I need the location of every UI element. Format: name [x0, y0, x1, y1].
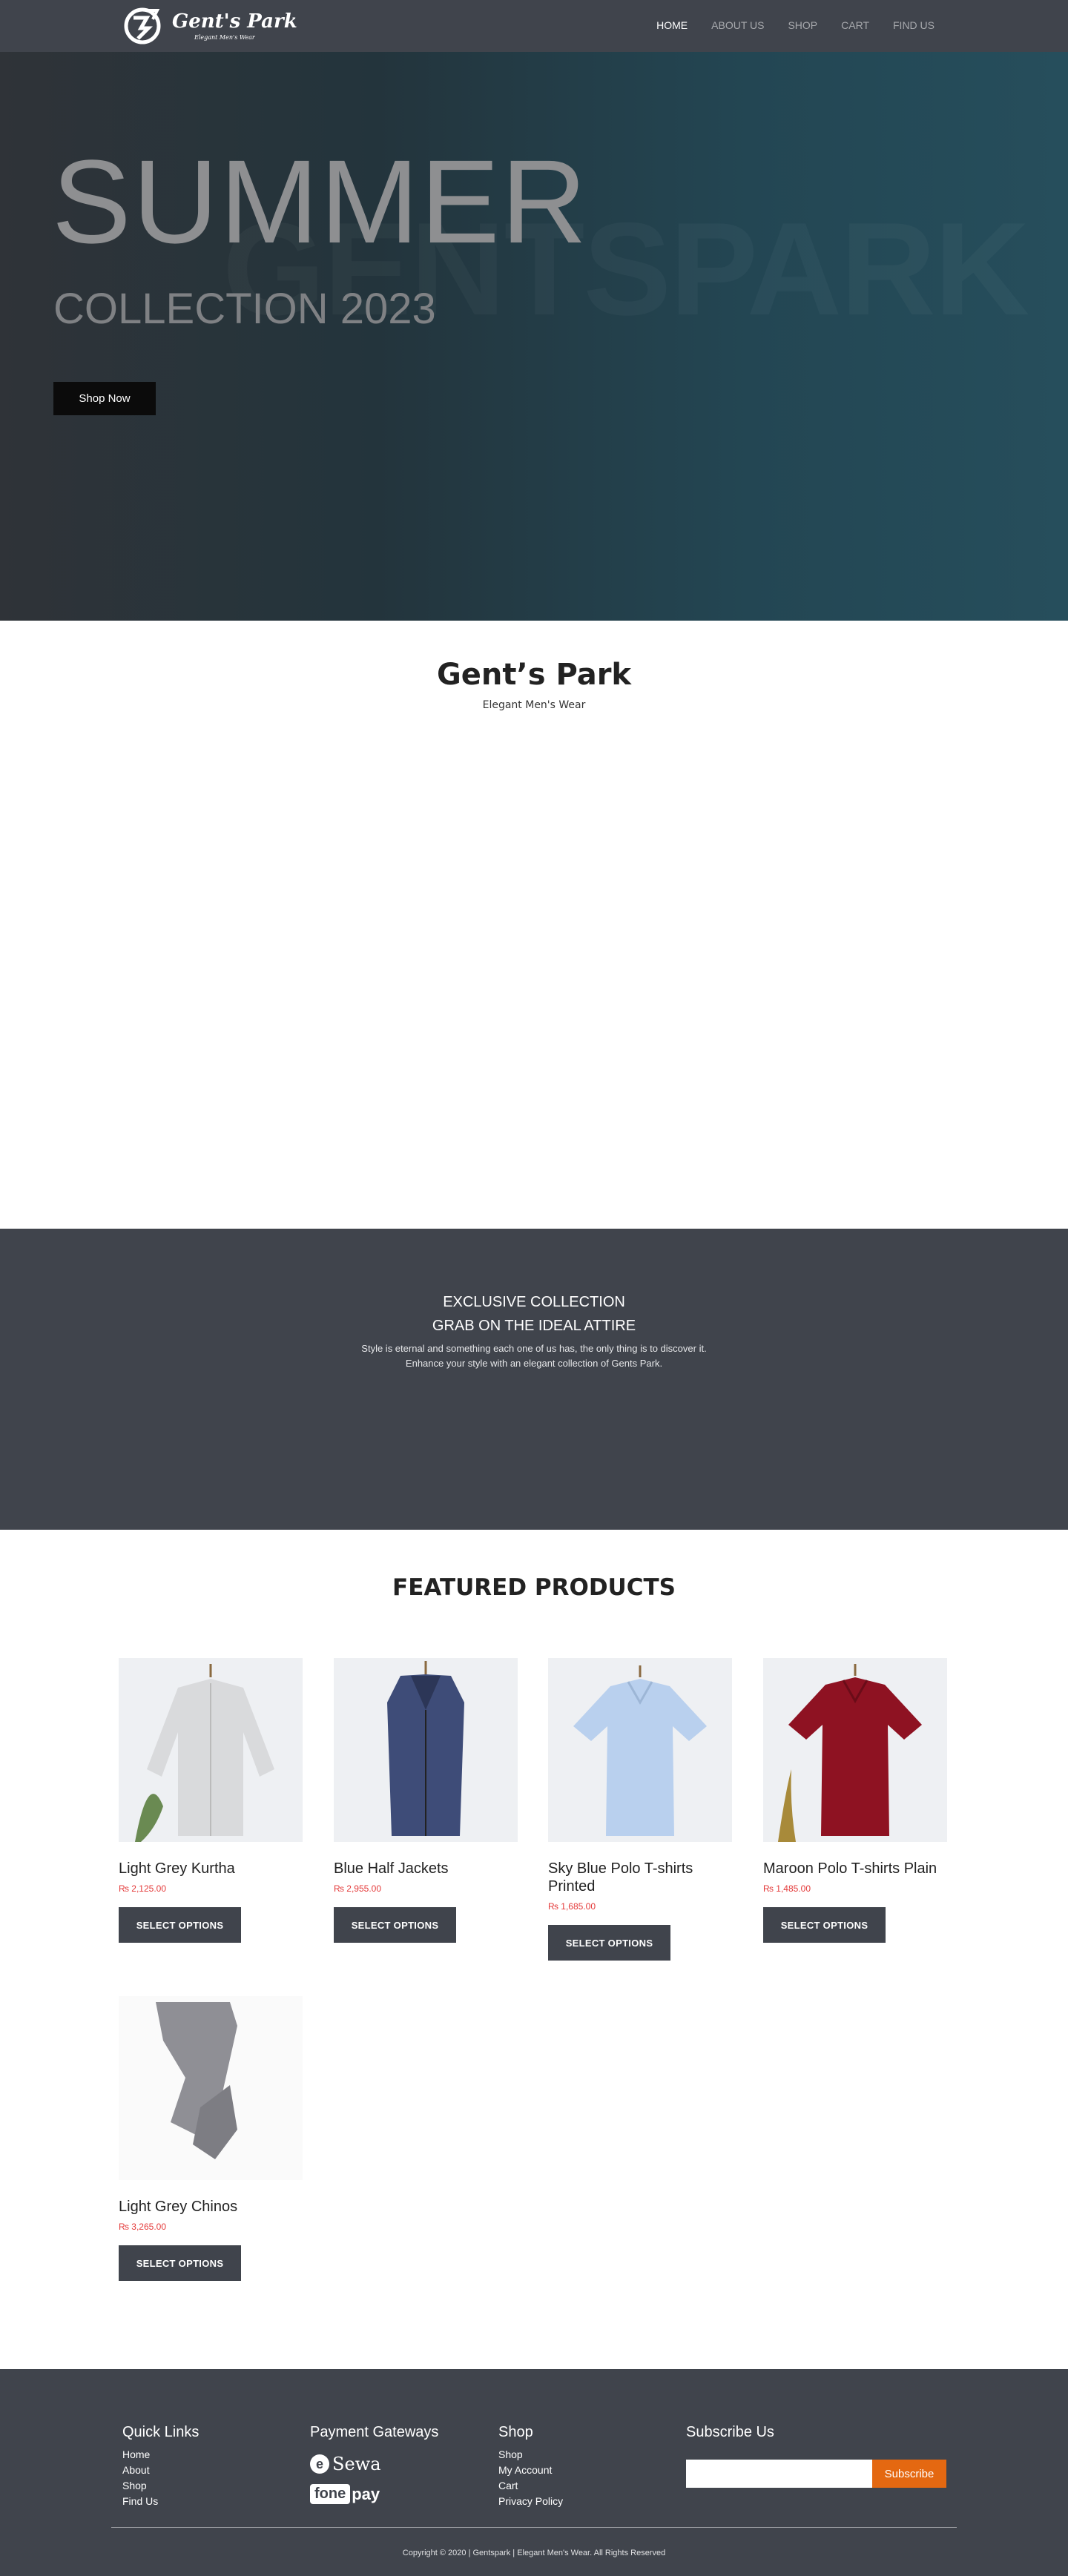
subscribe-email-input[interactable] [686, 2460, 872, 2488]
fonepay-logo: fone pay [310, 2484, 438, 2504]
footer-link-find-us[interactable]: Find Us [122, 2494, 199, 2509]
product-card: Blue Half Jackets ₨ 2,955.00 SELECT OPTI… [334, 1658, 518, 1943]
nav-find-us[interactable]: FIND US [893, 19, 934, 31]
nav-about-us[interactable]: ABOUT US [711, 19, 764, 31]
product-image[interactable] [119, 1658, 303, 1842]
product-name[interactable]: Sky Blue Polo T-shirts Printed [548, 1860, 732, 1895]
logo-mark-icon [124, 7, 161, 44]
esewa-icon: e [310, 2454, 329, 2474]
product-price: ₨ 2,125.00 [119, 1883, 167, 1894]
fonepay-pay-text: pay [352, 2484, 380, 2503]
featured-products-section: FEATURED PRODUCTS Light Grey Kurtha ₨ 2,… [0, 1530, 1068, 2369]
nav-home[interactable]: HOME [656, 19, 688, 31]
product-price: ₨ 1,685.00 [548, 1901, 596, 1912]
product-image[interactable] [548, 1658, 732, 1842]
product-name[interactable]: Blue Half Jackets [334, 1860, 518, 1877]
select-options-button[interactable]: SELECT OPTIONS [119, 1907, 241, 1943]
footer-subscribe: Subscribe Us Subscribe [686, 2424, 946, 2491]
hero-subtitle: COLLECTION 2023 [53, 285, 436, 333]
nav-shop[interactable]: SHOP [788, 19, 817, 31]
product-card: Maroon Polo T-shirts Plain ₨ 1,485.00 SE… [763, 1658, 947, 1943]
esewa-logo: e Sewa [310, 2451, 392, 2477]
product-name[interactable]: Light Grey Kurtha [119, 1860, 303, 1877]
exclusive-subheading: GRAB ON THE IDEAL ATTIRE [432, 1318, 636, 1334]
product-name[interactable]: Maroon Polo T-shirts Plain [763, 1860, 947, 1877]
jacket-image-icon [334, 1658, 518, 1842]
product-card: Sky Blue Polo T-shirts Printed ₨ 1,685.0… [548, 1658, 732, 1961]
main-menu: HOME ABOUT US SHOP CART FIND US [656, 19, 934, 31]
product-image[interactable] [763, 1658, 947, 1842]
chinos-image-icon [119, 1996, 303, 2180]
footer-link-my-account[interactable]: My Account [498, 2463, 563, 2478]
exclusive-text-line-2: Enhance your style with an elegant colle… [405, 1358, 663, 1369]
footer-link-shop[interactable]: Shop [122, 2478, 199, 2494]
product-price: ₨ 1,485.00 [763, 1883, 811, 1894]
site-footer: Quick Links Home About Shop Find Us Paym… [0, 2369, 1068, 2576]
footer-link-shop-page[interactable]: Shop [498, 2447, 563, 2463]
exclusive-text-line-1: Style is eternal and something each one … [361, 1343, 707, 1354]
brand-section-title: Gent’s Park [436, 658, 632, 692]
footer-link-about[interactable]: About [122, 2463, 199, 2478]
product-image[interactable] [334, 1658, 518, 1842]
subscribe-title: Subscribe Us [686, 2424, 774, 2440]
product-card: Light Grey Chinos ₨ 3,265.00 SELECT OPTI… [119, 1996, 303, 2281]
brand-section-subtitle: Elegant Men's Wear [482, 699, 586, 711]
esewa-text: Sewa [332, 2454, 381, 2474]
shop-now-button[interactable]: Shop Now [53, 382, 156, 415]
product-price: ₨ 3,265.00 [119, 2222, 167, 2232]
product-name[interactable]: Light Grey Chinos [119, 2198, 303, 2216]
select-options-button[interactable]: SELECT OPTIONS [334, 1907, 456, 1943]
exclusive-heading: EXCLUSIVE COLLECTION [443, 1294, 625, 1310]
brand-name: Gent's Park [172, 10, 297, 33]
footer-link-home[interactable]: Home [122, 2447, 199, 2463]
hero-title: SUMMER [52, 135, 589, 268]
hero-banner: GENTSPARK SUMMER COLLECTION 2023 Shop No… [0, 52, 1068, 621]
footer-divider [111, 2527, 957, 2528]
select-options-button[interactable]: SELECT OPTIONS [119, 2245, 241, 2281]
top-nav: Gent's Park Elegant Men's Wear HOME ABOU… [0, 0, 1068, 52]
featured-title: FEATURED PRODUCTS [392, 1574, 676, 1601]
nav-cart[interactable]: CART [841, 19, 869, 31]
shirt-image-icon [119, 1658, 303, 1842]
copyright-text: Copyright © 2020 | Gentspark | Elegant M… [402, 2549, 666, 2557]
footer-link-cart[interactable]: Cart [498, 2478, 563, 2494]
payment-gateways-title: Payment Gateways [310, 2424, 439, 2440]
polo-shirt-image-icon [763, 1658, 947, 1842]
select-options-button[interactable]: SELECT OPTIONS [548, 1925, 670, 1961]
product-card: Light Grey Kurtha ₨ 2,125.00 SELECT OPTI… [119, 1658, 303, 1943]
product-price: ₨ 2,955.00 [334, 1883, 382, 1894]
fonepay-fone-text: fone [310, 2484, 351, 2504]
footer-quick-links: Quick Links Home About Shop Find Us [122, 2424, 199, 2509]
quick-links-title: Quick Links [122, 2424, 200, 2440]
product-image[interactable] [119, 1996, 303, 2180]
polo-shirt-image-icon [548, 1658, 732, 1842]
footer-payment-gateways: Payment Gateways e Sewa fone pay [310, 2424, 438, 2504]
footer-link-privacy-policy[interactable]: Privacy Policy [498, 2494, 563, 2509]
subscribe-button[interactable]: Subscribe [872, 2460, 946, 2488]
brand-section: Gent’s Park Elegant Men's Wear [0, 621, 1068, 1229]
select-options-button[interactable]: SELECT OPTIONS [763, 1907, 886, 1943]
brand-tagline: Elegant Men's Wear [194, 34, 255, 41]
exclusive-collection-section: EXCLUSIVE COLLECTION GRAB ON THE IDEAL A… [0, 1229, 1068, 1530]
footer-shop-links: Shop Shop My Account Cart Privacy Policy [498, 2424, 563, 2509]
shop-title: Shop [498, 2424, 533, 2440]
brand-logo[interactable]: Gent's Park Elegant Men's Wear [123, 6, 297, 46]
